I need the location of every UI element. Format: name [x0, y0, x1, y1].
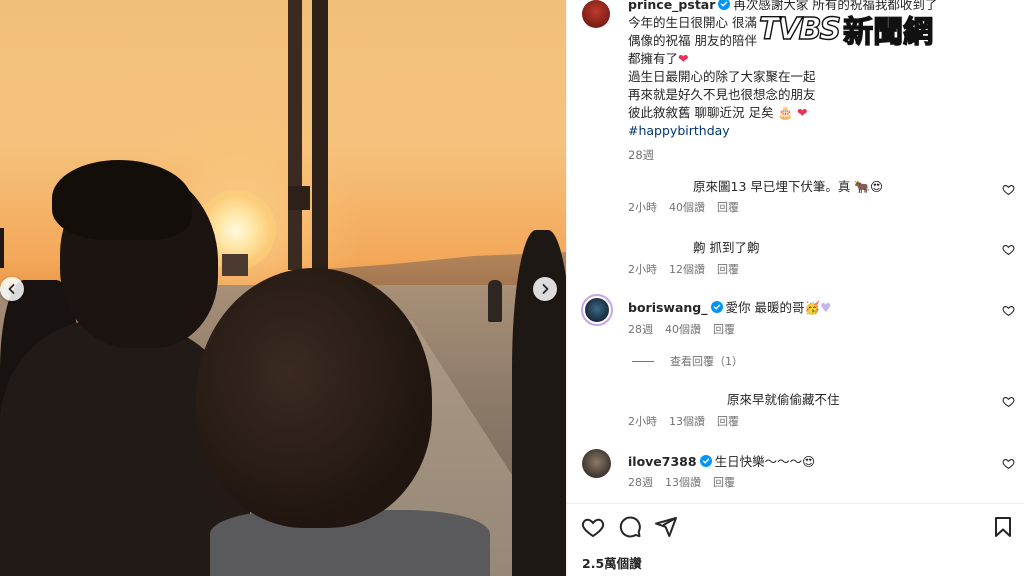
- commenter-avatar[interactable]: [581, 294, 613, 326]
- heart-outline-icon[interactable]: [1002, 395, 1015, 408]
- comment-time: 2小時: [628, 201, 657, 214]
- heart-outline-icon[interactable]: [1002, 183, 1015, 196]
- cake-emoji: 🎂: [777, 105, 794, 120]
- view-replies-label: 查看回覆（1）: [670, 355, 743, 368]
- save-button[interactable]: [991, 515, 1015, 539]
- distant-person: [488, 280, 502, 322]
- comment-time: 2小時: [628, 415, 657, 428]
- post-photo[interactable]: [0, 0, 566, 576]
- heart-outline-icon: [581, 518, 605, 538]
- comment-text: ilove7388 生日快樂～～～😍: [628, 454, 816, 469]
- reply-button[interactable]: 回覆: [717, 263, 739, 276]
- comment-meta: 2小時 12個讚 回覆: [628, 261, 751, 277]
- comment-meta: 28週 40個讚 回覆: [628, 321, 747, 337]
- caption-line: 都擁有了: [628, 51, 679, 66]
- commenter-username[interactable]: ilove7388: [628, 454, 697, 469]
- pole-box: [288, 186, 310, 210]
- likes-count[interactable]: 2.5萬個讚: [582, 553, 642, 572]
- comment-icon: [619, 516, 641, 538]
- comment-button[interactable]: [618, 515, 642, 539]
- comment-text: boriswang_ 愛你 最暖的哥🥳♥: [628, 300, 832, 315]
- reply-button[interactable]: 回覆: [717, 415, 739, 428]
- divider-dash: [632, 360, 654, 362]
- comment-likes[interactable]: 13個讚: [665, 476, 701, 489]
- like-button[interactable]: [581, 515, 605, 539]
- comment-meta: 2小時 13個讚 回覆: [628, 413, 751, 429]
- hashtag-link[interactable]: #happybirthday: [628, 122, 1008, 140]
- chevron-left-icon: [8, 284, 15, 294]
- heart-outline-icon[interactable]: [1002, 457, 1015, 470]
- commenter-username[interactable]: boriswang_: [628, 300, 708, 315]
- heart-outline-icon[interactable]: [1002, 304, 1015, 317]
- share-icon: [655, 517, 677, 537]
- verified-badge-icon: [699, 455, 712, 467]
- heart-eyes-emoji: 😍: [802, 454, 816, 469]
- watermark-text: 新聞網: [842, 14, 934, 50]
- bull-emoji: 🐂: [854, 179, 870, 194]
- post-comments-panel: prince_pstar 再次感謝大家 所有的祝福我都收到了 今年的生日很開心 很…: [566, 0, 1024, 576]
- comment-likes[interactable]: 40個讚: [665, 323, 701, 336]
- edge-shadow: [0, 228, 4, 268]
- view-replies-button[interactable]: 查看回覆（1）: [632, 353, 743, 369]
- comment-likes[interactable]: 40個讚: [669, 201, 705, 214]
- pole: [312, 0, 328, 270]
- actions-divider: [567, 503, 1024, 504]
- bookmark-icon: [995, 517, 1011, 537]
- man-silhouette-hair: [52, 160, 192, 240]
- next-photo-button[interactable]: [533, 277, 557, 301]
- reply-button[interactable]: 回覆: [713, 476, 735, 489]
- reply-button[interactable]: 回覆: [713, 323, 735, 336]
- lifeguard-tower: [222, 254, 248, 276]
- comment-meta: 28週 13個讚 回覆: [628, 474, 747, 490]
- commenter-avatar[interactable]: [582, 449, 611, 478]
- author-avatar[interactable]: [582, 0, 610, 28]
- author-username[interactable]: prince_pstar: [628, 0, 715, 12]
- comment-time: 28週: [628, 476, 653, 489]
- comment-text: 齁 抓到了齁: [693, 240, 760, 255]
- caption-line: 再來就是好久不見也很想念的朋友: [628, 87, 816, 102]
- verified-badge-icon: [710, 301, 723, 313]
- heart-eyes-emoji: 😍: [869, 179, 883, 194]
- comment-text: 原來圖13 早已埋下伏筆。真 🐂😍: [693, 179, 883, 194]
- tvbs-news-watermark: TVBS 新聞網: [758, 10, 1017, 51]
- pole: [288, 0, 302, 270]
- reply-button[interactable]: 回覆: [717, 201, 739, 214]
- previous-photo-button[interactable]: [0, 277, 24, 301]
- comment-likes[interactable]: 12個讚: [669, 263, 705, 276]
- share-button[interactable]: [654, 515, 678, 539]
- caption-line: 彼此敘敘舊 聊聊近況 足矣: [628, 105, 774, 120]
- purple-heart-emoji: ♥: [820, 300, 832, 315]
- party-face-emoji: 🥳: [804, 300, 821, 315]
- woman-silhouette-head: [196, 268, 432, 528]
- watermark-brand: TVBS: [758, 11, 842, 47]
- comment-meta: 2小時 40個讚 回覆: [628, 199, 751, 215]
- chevron-right-icon: [542, 284, 549, 294]
- post-time: 28週: [628, 148, 655, 162]
- comment-likes[interactable]: 13個讚: [669, 415, 705, 428]
- heart-outline-icon[interactable]: [1002, 243, 1015, 256]
- caption-line: 過生日最開心的除了大家聚在一起: [628, 69, 816, 84]
- comment-time: 28週: [628, 323, 653, 336]
- comment-text: 原來早就偷偷藏不住: [727, 392, 840, 407]
- verified-badge-icon: [718, 0, 731, 10]
- heart-emoji: ❤: [797, 105, 808, 120]
- heart-emoji: ❤: [678, 51, 689, 66]
- comment-time: 2小時: [628, 263, 657, 276]
